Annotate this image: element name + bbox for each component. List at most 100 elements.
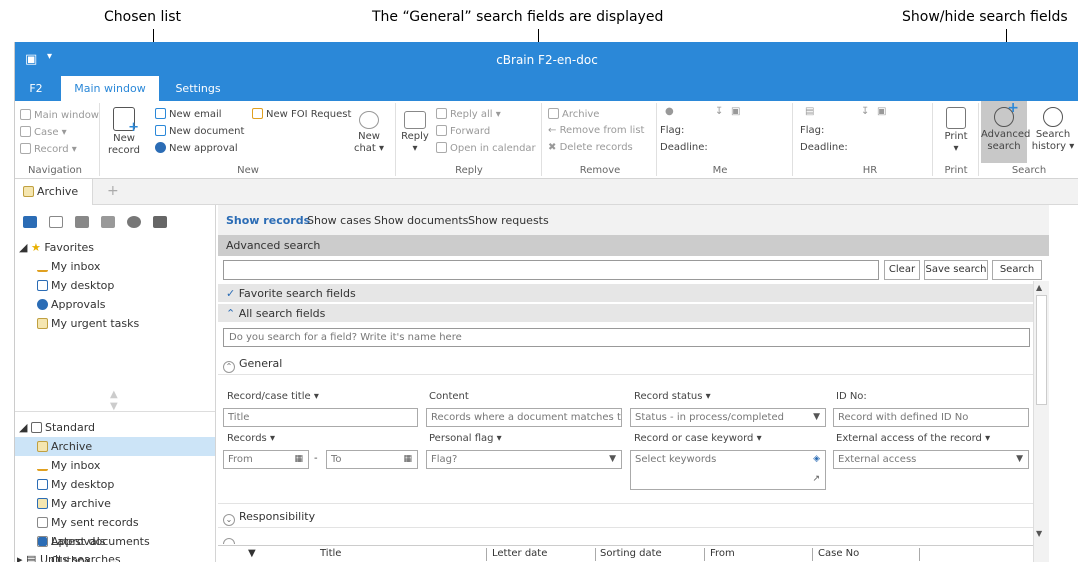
keyword-label[interactable]: Record or case keyword ▾	[634, 433, 762, 444]
search-history-button[interactable]: Search history ▾	[1030, 107, 1076, 153]
personal-flag-label[interactable]: Personal flag ▾	[429, 433, 502, 444]
new-document-button[interactable]: New document	[155, 125, 244, 137]
show-records-link[interactable]: Show records	[226, 214, 310, 227]
tree-item-my-inbox[interactable]: My inbox	[37, 456, 100, 475]
approval-check-icon	[37, 299, 48, 310]
forward-icon	[436, 125, 447, 136]
records-icon[interactable]	[23, 216, 37, 228]
record-case-title-label[interactable]: Record/case title ▾	[227, 391, 319, 402]
new-chat-button[interactable]: New chat ▾	[352, 111, 386, 155]
clear-button[interactable]: Clear	[884, 260, 920, 280]
tree-item-my-archive[interactable]: My archive	[37, 494, 111, 513]
records-label[interactable]: Records ▾	[227, 433, 275, 444]
reply-button[interactable]: Reply ▾	[399, 111, 431, 155]
scroll-up-icon[interactable]: ▲	[110, 389, 118, 400]
add-tab-button[interactable]: +	[107, 183, 119, 199]
print-button[interactable]: Print ▾	[938, 107, 974, 155]
open-in-calendar-button[interactable]: Open in calendar	[436, 142, 536, 154]
reply-all-label: Reply all	[450, 109, 493, 120]
search-input[interactable]	[223, 260, 879, 280]
tree-item-latest-documents[interactable]: Latest documents	[37, 532, 150, 551]
record-status-label[interactable]: Record status ▾	[634, 391, 711, 402]
remove-from-list-button[interactable]: ← Remove from list	[548, 125, 644, 136]
tab-archive-label: Archive	[37, 185, 79, 198]
show-cases-link[interactable]: Show cases	[307, 214, 371, 227]
search-button[interactable]: Search	[992, 260, 1042, 280]
tree-favorites-header[interactable]: ◢ ★ Favorites	[19, 238, 94, 257]
forward-button[interactable]: Forward	[436, 125, 490, 137]
save-search-button[interactable]: Save search	[924, 260, 988, 280]
field-search-input[interactable]: Do you search for a field? Write it's na…	[223, 328, 1030, 347]
keyword-select[interactable]: Select keywords ◈ ↗	[630, 450, 826, 490]
show-requests-link[interactable]: Show requests	[468, 214, 549, 227]
ribbon-separator	[932, 103, 933, 176]
scrollbar-thumb[interactable]	[1036, 295, 1047, 405]
scroll-up-arrow-icon[interactable]: ▲	[1036, 283, 1042, 292]
advanced-search-button[interactable]: + Advanced search	[981, 101, 1030, 163]
favorite-search-fields-toggle[interactable]: ✓ Favorite search fields	[218, 284, 1033, 303]
date-from-input[interactable]: From ▦	[223, 450, 309, 469]
tree-units-searches[interactable]: ▸ ▤ Units searches	[17, 550, 121, 562]
responsibility-section-toggle[interactable]: ⌄ Responsibility	[223, 510, 315, 526]
grid-column-sort-icon[interactable]: ▼	[248, 548, 256, 559]
external-access-select[interactable]: External access ▼	[833, 450, 1029, 469]
column-header-title[interactable]: Title	[320, 548, 341, 559]
column-header-sorting-date[interactable]: Sorting date	[600, 548, 662, 559]
folder-icon[interactable]	[153, 216, 167, 228]
tab-main-window[interactable]: Main window	[61, 76, 159, 101]
approval-icon	[155, 142, 166, 153]
tree-item-favorites-approvals[interactable]: Approvals	[37, 295, 106, 314]
general-section-toggle[interactable]: ⌃ General	[223, 357, 282, 373]
tree-item-my-desktop[interactable]: My desktop	[37, 475, 114, 494]
scroll-down-arrow-icon[interactable]: ▼	[1036, 529, 1042, 538]
column-header-from[interactable]: From	[710, 548, 735, 559]
tab-archive[interactable]: Archive	[15, 179, 93, 205]
id-no-input[interactable]: Record with defined ID No	[833, 408, 1029, 427]
tag-icon[interactable]: ◈	[813, 451, 820, 468]
new-foi-request-button[interactable]: New FOI Request	[252, 108, 351, 120]
next-section-toggle[interactable]: ⌄	[223, 534, 239, 544]
column-header-case-no[interactable]: Case No	[818, 548, 859, 559]
tree-item-favorites-my-urgent-tasks[interactable]: My urgent tasks	[37, 314, 139, 333]
tree-item-favorites-my-desktop[interactable]: My desktop	[37, 276, 114, 295]
hr-download-icon[interactable]: ↧	[861, 106, 869, 117]
contacts-icon[interactable]	[127, 216, 141, 228]
new-approval-button[interactable]: New approval	[155, 142, 238, 154]
new-record-button[interactable]: + New record	[105, 107, 143, 157]
content-input[interactable]: Records where a document matches th...	[426, 408, 622, 427]
delete-records-button[interactable]: ✖ Delete records	[548, 142, 633, 153]
show-documents-link[interactable]: Show documents	[374, 214, 468, 227]
list-icon[interactable]	[75, 216, 89, 228]
tree-item-my-sent-records[interactable]: My sent records	[37, 513, 139, 532]
units-icon[interactable]	[49, 216, 63, 228]
personal-flag-select[interactable]: Flag? ▼	[426, 450, 622, 469]
hr-desktop-icon[interactable]: ▣	[877, 106, 886, 117]
sidebar: ◢ ★ Favorites My inbox My desktop Approv…	[15, 205, 216, 562]
new-email-button[interactable]: New email	[155, 108, 222, 120]
tree-item-archive[interactable]: Archive	[15, 437, 215, 456]
expand-icon[interactable]: ↗	[812, 471, 820, 488]
calculator-icon[interactable]	[101, 216, 115, 228]
tree-standard-header[interactable]: ◢ Standard	[19, 418, 95, 437]
record-button[interactable]: Record ▾	[20, 143, 77, 155]
keyword-text: Record or case keyword	[634, 433, 754, 444]
reply-all-button[interactable]: Reply all ▾	[436, 108, 501, 120]
tab-settings[interactable]: Settings	[171, 76, 225, 101]
calendar-picker-icon[interactable]: ▦	[403, 451, 412, 468]
record-status-select[interactable]: Status - in process/completed ▼	[630, 408, 826, 427]
archive-button[interactable]: Archive	[548, 108, 599, 120]
main-window-button[interactable]: Main window	[20, 109, 99, 121]
tree-item-favorites-my-inbox[interactable]: My inbox	[37, 257, 100, 276]
case-button[interactable]: Case ▾	[20, 126, 67, 138]
record-case-title-input[interactable]: Title	[223, 408, 418, 427]
vertical-scrollbar[interactable]: ▲ ▼	[1033, 281, 1049, 562]
tab-f2[interactable]: F2	[19, 76, 53, 101]
tasks-icon	[37, 318, 48, 329]
calendar-picker-icon[interactable]: ▦	[294, 451, 303, 468]
me-download-icon[interactable]: ↧	[715, 106, 723, 117]
all-search-fields-toggle[interactable]: ⌃ All search fields	[218, 304, 1033, 323]
me-desktop-icon[interactable]: ▣	[731, 106, 740, 117]
column-header-letter-date[interactable]: Letter date	[492, 548, 547, 559]
external-access-label[interactable]: External access of the record ▾	[836, 433, 990, 444]
date-to-input[interactable]: To ▦	[326, 450, 418, 469]
